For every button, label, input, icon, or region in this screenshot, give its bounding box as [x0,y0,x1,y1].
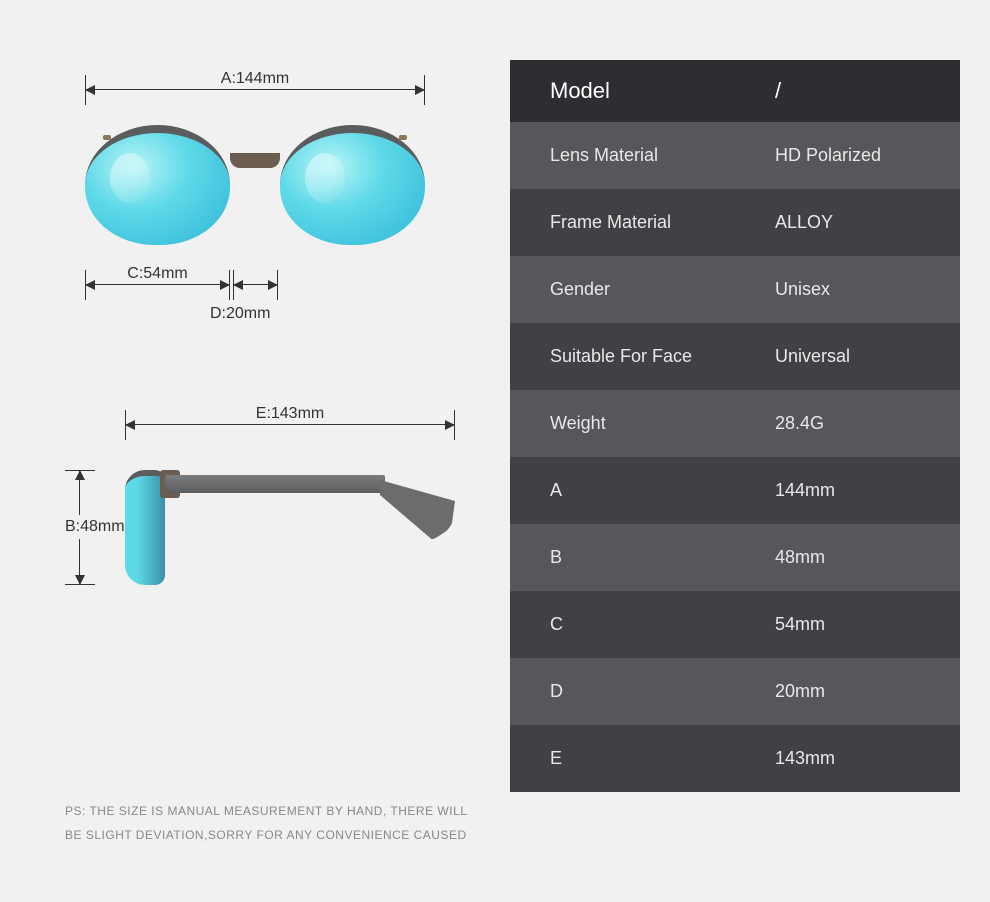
spec-value: Unisex [735,256,960,323]
table-row: C54mm [510,591,960,658]
spec-table: Model / Lens MaterialHD Polarized Frame … [510,60,960,792]
dimension-e-label: E:143mm [248,405,332,423]
dimension-a-label: A:144mm [213,70,297,88]
spec-key: C [510,591,735,658]
dimension-c: C:54mm [85,270,230,300]
table-row: Suitable For FaceUniversal [510,323,960,390]
spec-key: E [510,725,735,792]
spec-key: Suitable For Face [510,323,735,390]
spec-key: Lens Material [510,122,735,189]
table-row: Frame MaterialALLOY [510,189,960,256]
table-row: B48mm [510,524,960,591]
spec-key: Frame Material [510,189,735,256]
sunglasses-side-view: E:143mm B:48mm [65,410,465,610]
dimension-e: E:143mm [125,410,455,440]
spec-value: 20mm [735,658,960,725]
table-row: GenderUnisex [510,256,960,323]
table-row: Lens MaterialHD Polarized [510,122,960,189]
sunglasses-side-illustration [125,460,455,590]
table-row: E143mm [510,725,960,792]
disclaimer-note: PS: THE SIZE IS MANUAL MEASUREMENT BY HA… [65,799,485,847]
spec-value: 143mm [735,725,960,792]
spec-value: 28.4G [735,390,960,457]
spec-value: 48mm [735,524,960,591]
table-row: Weight28.4G [510,390,960,457]
spec-key: Weight [510,390,735,457]
spec-key: D [510,658,735,725]
spec-key: Gender [510,256,735,323]
sunglasses-front-illustration [85,125,425,255]
spec-value: 54mm [735,591,960,658]
sunglasses-front-view: A:144mm C:54mm D:20mm [65,75,445,355]
spec-panel: Model / Lens MaterialHD Polarized Frame … [510,60,960,862]
spec-key: A [510,457,735,524]
spec-header-key: Model [510,60,735,122]
table-header-row: Model / [510,60,960,122]
spec-value: HD Polarized [735,122,960,189]
table-row: D20mm [510,658,960,725]
spec-value: ALLOY [735,189,960,256]
dimension-d-label: D:20mm [210,305,270,323]
table-row: A144mm [510,457,960,524]
dimension-b-label: B:48mm [65,515,127,539]
spec-key: B [510,524,735,591]
diagram-panel: A:144mm C:54mm D:20mm E:143mm B:48mm [0,0,510,902]
spec-value: 144mm [735,457,960,524]
dimension-d [233,270,278,300]
spec-header-value: / [735,60,960,122]
dimension-a: A:144mm [85,75,425,105]
spec-value: Universal [735,323,960,390]
dimension-c-label: C:54mm [119,265,195,283]
